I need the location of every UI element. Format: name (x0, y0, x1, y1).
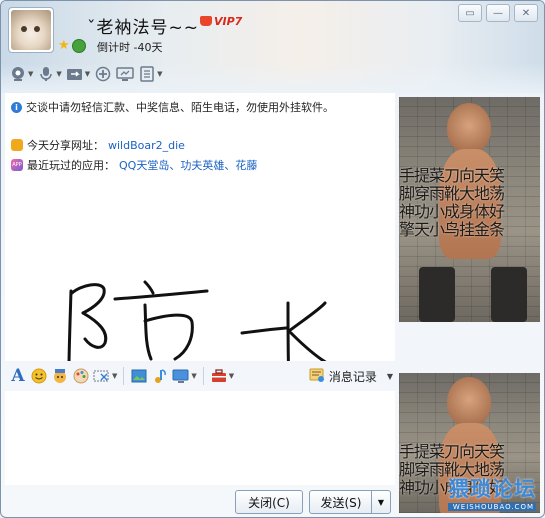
watermark: 猥琐论坛 WEISHOUBAO.COM (448, 473, 536, 511)
message-history-button[interactable]: 消息记录 ▼ (309, 367, 393, 386)
close-window-button[interactable]: ✕ (514, 4, 538, 22)
screenshot-button[interactable]: ▼ (93, 366, 117, 386)
input-toolbar: A ▼ ▼ ▼ 消息记录 ▼ (5, 363, 399, 389)
scissors-icon (93, 367, 111, 385)
crown-icon (200, 16, 212, 26)
remote-assist-button[interactable]: ▼ (172, 366, 197, 386)
add-contact-button[interactable] (94, 64, 112, 84)
chevron-down-icon: ▼ (377, 497, 385, 507)
handwritten-drawing (67, 280, 327, 361)
chat-window: ˇ老衲法号~~ VIP7 ★ 倒计时 -40天 ▭ — ✕ ▼ ▼ ▼ ▼ i … (0, 0, 545, 518)
wink-face-icon (51, 367, 69, 385)
list-icon (138, 65, 156, 83)
toolbox-icon (210, 367, 228, 385)
caption-line-4: 擎天小鸟挂金条 (399, 220, 505, 239)
star-icon: ★ (58, 38, 70, 53)
screen-share-button[interactable] (116, 64, 134, 84)
monitor-icon (172, 367, 190, 385)
minimize-button[interactable]: — (486, 4, 510, 22)
add-user-icon (94, 65, 112, 83)
vip-badge[interactable]: VIP7 (200, 15, 242, 28)
chevron-down-icon[interactable]: ▼ (56, 70, 61, 78)
send-file-button[interactable]: ▼ (66, 64, 90, 84)
apps-menu-button[interactable]: ▼ (138, 64, 163, 84)
separator (202, 367, 204, 385)
message-input[interactable] (5, 391, 395, 485)
camera-icon (9, 65, 27, 83)
watermark-sub: WEISHOUBAO.COM (448, 503, 536, 511)
chevron-down-icon[interactable]: ▼ (157, 70, 162, 78)
doodle-button[interactable] (72, 366, 90, 386)
watermark-main: 猥琐论坛 (448, 477, 536, 501)
avatar[interactable] (8, 7, 54, 53)
caption-line-2: 脚穿雨靴大地荡 (399, 184, 505, 203)
caption-line-1: 手提菜刀向天笑 (399, 166, 505, 185)
photo-figure (447, 377, 491, 427)
separator (123, 367, 125, 385)
restore-button[interactable]: ▭ (458, 4, 482, 22)
caption-line-1: 手提菜刀向天笑 (399, 442, 505, 461)
top-toolbar: ▼ ▼ ▼ ▼ (9, 64, 163, 84)
history-label: 消息记录 (328, 369, 377, 384)
chevron-down-icon[interactable]: ▼ (191, 372, 196, 380)
photo-boot-left (419, 267, 455, 322)
photo-figure (447, 103, 491, 153)
chevron-down-icon[interactable]: ▼ (85, 70, 90, 78)
send-image-button[interactable] (130, 366, 148, 386)
emoji-button[interactable] (30, 366, 48, 386)
close-button[interactable]: 关闭(C) (235, 490, 303, 514)
smiley-icon (30, 367, 48, 385)
magic-emoji-button[interactable] (51, 366, 69, 386)
message-area[interactable]: i 交谈中请勿轻信汇款、中奖信息、陌生电话，勿使用外挂软件。 今天分享网址： wi… (5, 93, 395, 361)
countdown-text: 倒计时 -40天 (97, 41, 163, 54)
note-icon (151, 367, 169, 385)
history-icon (309, 367, 325, 386)
voice-call-button[interactable]: ▼ (37, 64, 62, 84)
status-icons: ★ (58, 39, 86, 53)
image-icon (130, 367, 148, 385)
contact-show-image[interactable]: 手提菜刀向天笑 脚穿雨靴大地荡 神功小成身体好 擎天小鸟挂金条 (399, 97, 540, 322)
transfer-icon (66, 65, 84, 83)
photo-boot-right (491, 267, 527, 322)
palette-icon (72, 367, 90, 385)
send-button[interactable]: 发送(S) (309, 490, 373, 514)
chevron-down-icon[interactable]: ▼ (112, 372, 117, 380)
window-controls: ▭ — ✕ (458, 4, 538, 22)
font-button[interactable]: A (9, 366, 27, 386)
chevron-down-icon[interactable]: ▼ (28, 70, 33, 78)
toolbox-button[interactable]: ▼ (210, 366, 234, 386)
video-call-button[interactable]: ▼ (9, 64, 33, 84)
contact-show-image-2[interactable]: 手提菜刀向天笑 脚穿雨靴大地荡 神功小成身体好 猥琐论坛 WEISHOUBAO.… (399, 373, 540, 513)
microphone-icon (37, 65, 55, 83)
chevron-down-icon[interactable]: ▼ (229, 372, 234, 380)
contact-name: ˇ老衲法号~~ (87, 18, 199, 38)
chevron-down-icon[interactable]: ▼ (387, 372, 393, 381)
qq-online-icon (71, 39, 86, 53)
monitor-icon (116, 65, 134, 83)
send-options-button[interactable]: ▼ (371, 490, 391, 514)
caption-line-3: 神功小成身体好 (399, 202, 505, 221)
music-button[interactable] (151, 366, 169, 386)
font-icon: A (11, 366, 25, 386)
